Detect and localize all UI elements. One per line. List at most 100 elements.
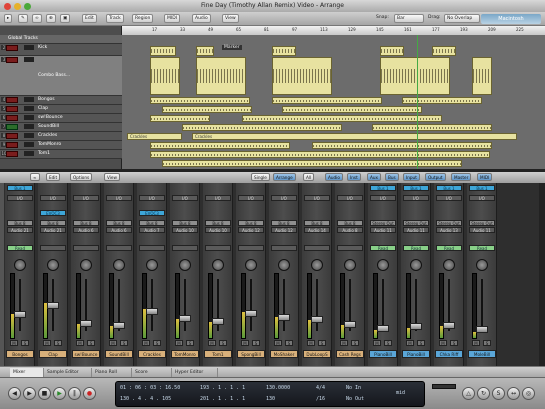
output-slot[interactable]: Bus 8 <box>139 220 165 226</box>
region[interactable] <box>372 124 492 131</box>
filter-aux[interactable]: Aux <box>367 173 381 181</box>
mute-button[interactable]: M <box>175 340 183 346</box>
volume-fader[interactable] <box>344 321 356 328</box>
solo-button[interactable]: S <box>285 340 293 346</box>
automation-mode[interactable] <box>73 245 99 251</box>
mute-button[interactable]: M <box>109 340 117 346</box>
record-icon[interactable]: ● <box>83 387 96 400</box>
channel-name[interactable]: Bongos <box>6 350 34 358</box>
mixer-menu-options[interactable]: Options <box>70 173 93 181</box>
channel-name[interactable]: SoundBill <box>105 350 133 358</box>
pan-knob[interactable] <box>476 259 488 271</box>
automation-mode[interactable] <box>271 245 297 251</box>
link-icon[interactable]: ∞ <box>32 14 42 23</box>
output-slot[interactable]: Bus 8 <box>40 220 66 226</box>
output-slot[interactable]: Bus 8 <box>73 220 99 226</box>
mixer-scrollbar[interactable] <box>539 183 545 366</box>
pan-knob[interactable] <box>443 259 455 271</box>
filter-output[interactable]: Output <box>425 173 446 181</box>
mute-solo-icon[interactable] <box>24 97 34 102</box>
track-row[interactable]: 5 Clap <box>0 105 122 114</box>
region[interactable] <box>150 97 250 104</box>
volume-fader[interactable] <box>146 308 158 315</box>
volume-fader[interactable] <box>311 316 323 323</box>
channel-name[interactable]: TomMonro <box>171 350 199 358</box>
volume-fader[interactable] <box>410 323 422 330</box>
menu-track[interactable]: Track <box>106 14 124 23</box>
automation-mode[interactable]: Read <box>403 245 429 251</box>
mute-solo-icon[interactable] <box>24 57 34 62</box>
region[interactable] <box>432 46 456 56</box>
channel-name[interactable]: MoShaker <box>270 350 298 358</box>
solo-icon[interactable]: S <box>492 387 505 400</box>
track-row[interactable]: 8 Crackles <box>0 132 122 141</box>
tab-sample-editor[interactable]: Sample Editor <box>44 368 92 377</box>
volume-fader[interactable] <box>245 310 257 317</box>
filter-single[interactable]: Single <box>251 173 270 181</box>
snap-select[interactable]: Bar <box>394 14 424 23</box>
automation-mode[interactable] <box>304 245 330 251</box>
menu-edit[interactable]: Edit <box>82 14 97 23</box>
channel-strip[interactable]: I/O Bus 8 Audio 14 M S DubLoopS <box>302 183 332 366</box>
cycle-icon[interactable]: ↻ <box>477 387 490 400</box>
volume-fader[interactable] <box>47 302 59 309</box>
volume-fader[interactable] <box>212 318 224 325</box>
output-slot[interactable]: Stereo Out <box>370 220 396 226</box>
output-slot[interactable]: Bus 8 <box>205 220 231 226</box>
volume-fader[interactable] <box>443 322 455 329</box>
channel-name[interactable]: MoleBill <box>468 350 496 358</box>
mute-button[interactable]: M <box>208 340 216 346</box>
region[interactable] <box>150 151 490 158</box>
channel-strip[interactable]: I/O Bus 8 Audio 6 M Ssw!Bounce <box>71 183 101 366</box>
metronome-icon[interactable]: △ <box>462 387 475 400</box>
output-slot[interactable]: Bus 8 <box>337 220 363 226</box>
channel-name[interactable]: Crackles <box>138 350 166 358</box>
send-slot[interactable]: Bus 1 <box>436 185 462 191</box>
channel-name[interactable]: Cash Regs <box>336 350 364 358</box>
region[interactable] <box>182 124 342 131</box>
channel-strip[interactable]: I/O Bus 8 Audio 6 M S SoundBill <box>104 183 134 366</box>
region[interactable] <box>150 142 290 149</box>
pencil-tool-icon[interactable]: ✎ <box>18 14 28 23</box>
filter-all[interactable]: All <box>303 173 315 181</box>
channel-name[interactable]: PianoBill <box>369 350 397 358</box>
menu-view[interactable]: View <box>222 14 239 23</box>
region[interactable] <box>282 106 422 113</box>
automation-mode[interactable] <box>205 245 231 251</box>
tab-piano-roll[interactable]: Piano Roll <box>92 368 132 377</box>
tab-score[interactable]: Score <box>132 368 172 377</box>
volume-fader[interactable] <box>113 322 125 329</box>
pan-knob[interactable] <box>245 259 257 271</box>
output-slot[interactable]: Bus 8 <box>238 220 264 226</box>
region[interactable] <box>380 57 450 95</box>
solo-button[interactable]: S <box>21 340 29 346</box>
sync-icon[interactable]: ◎ <box>522 387 535 400</box>
mute-solo-icon[interactable] <box>24 142 34 147</box>
pan-knob[interactable] <box>80 259 92 271</box>
send-slot[interactable]: Bus 1 <box>7 185 33 191</box>
channel-strip[interactable]: Bus 1 I/O Stereo Out Audio 11 Read M S PianoBil… <box>401 183 431 366</box>
automation-mode[interactable]: Read <box>370 245 396 251</box>
pan-knob[interactable] <box>146 259 158 271</box>
play-icon[interactable]: ▶ <box>53 387 66 400</box>
solo-button[interactable]: S <box>417 340 425 346</box>
catch-icon[interactable]: ▣ <box>60 14 71 23</box>
region[interactable] <box>472 57 492 95</box>
track-row[interactable]: 6 sw!Bounce <box>0 114 122 123</box>
transport-display[interactable]: 01 : 06 : 03 : 16.50 130 . 4 . 4 . 105 1… <box>115 381 425 407</box>
automation-mode[interactable] <box>139 245 165 251</box>
output-slot[interactable]: Stereo Out <box>403 220 429 226</box>
track-row[interactable]: 9 TomMonro <box>0 141 122 150</box>
channel-name[interactable]: PianoBill <box>402 350 430 358</box>
output-slot[interactable]: Stereo Out <box>436 220 462 226</box>
mute-solo-icon[interactable] <box>24 124 34 129</box>
region[interactable]: Crackles <box>192 133 517 140</box>
region[interactable] <box>150 57 180 95</box>
channel-name[interactable]: Chka Riff <box>435 350 463 358</box>
channel-strip[interactable]: I/O Bus 8 Audio 12 M S MoShaker <box>269 183 299 366</box>
automation-mode[interactable] <box>172 245 198 251</box>
channel-name[interactable]: DubLoopS <box>303 350 331 358</box>
channel-strip[interactable]: Bus 1 I/O Stereo Out Audio 11 Read M S PianoBil… <box>368 183 398 366</box>
channel-name[interactable]: Clap <box>39 350 67 358</box>
mute-solo-icon[interactable] <box>24 133 34 138</box>
